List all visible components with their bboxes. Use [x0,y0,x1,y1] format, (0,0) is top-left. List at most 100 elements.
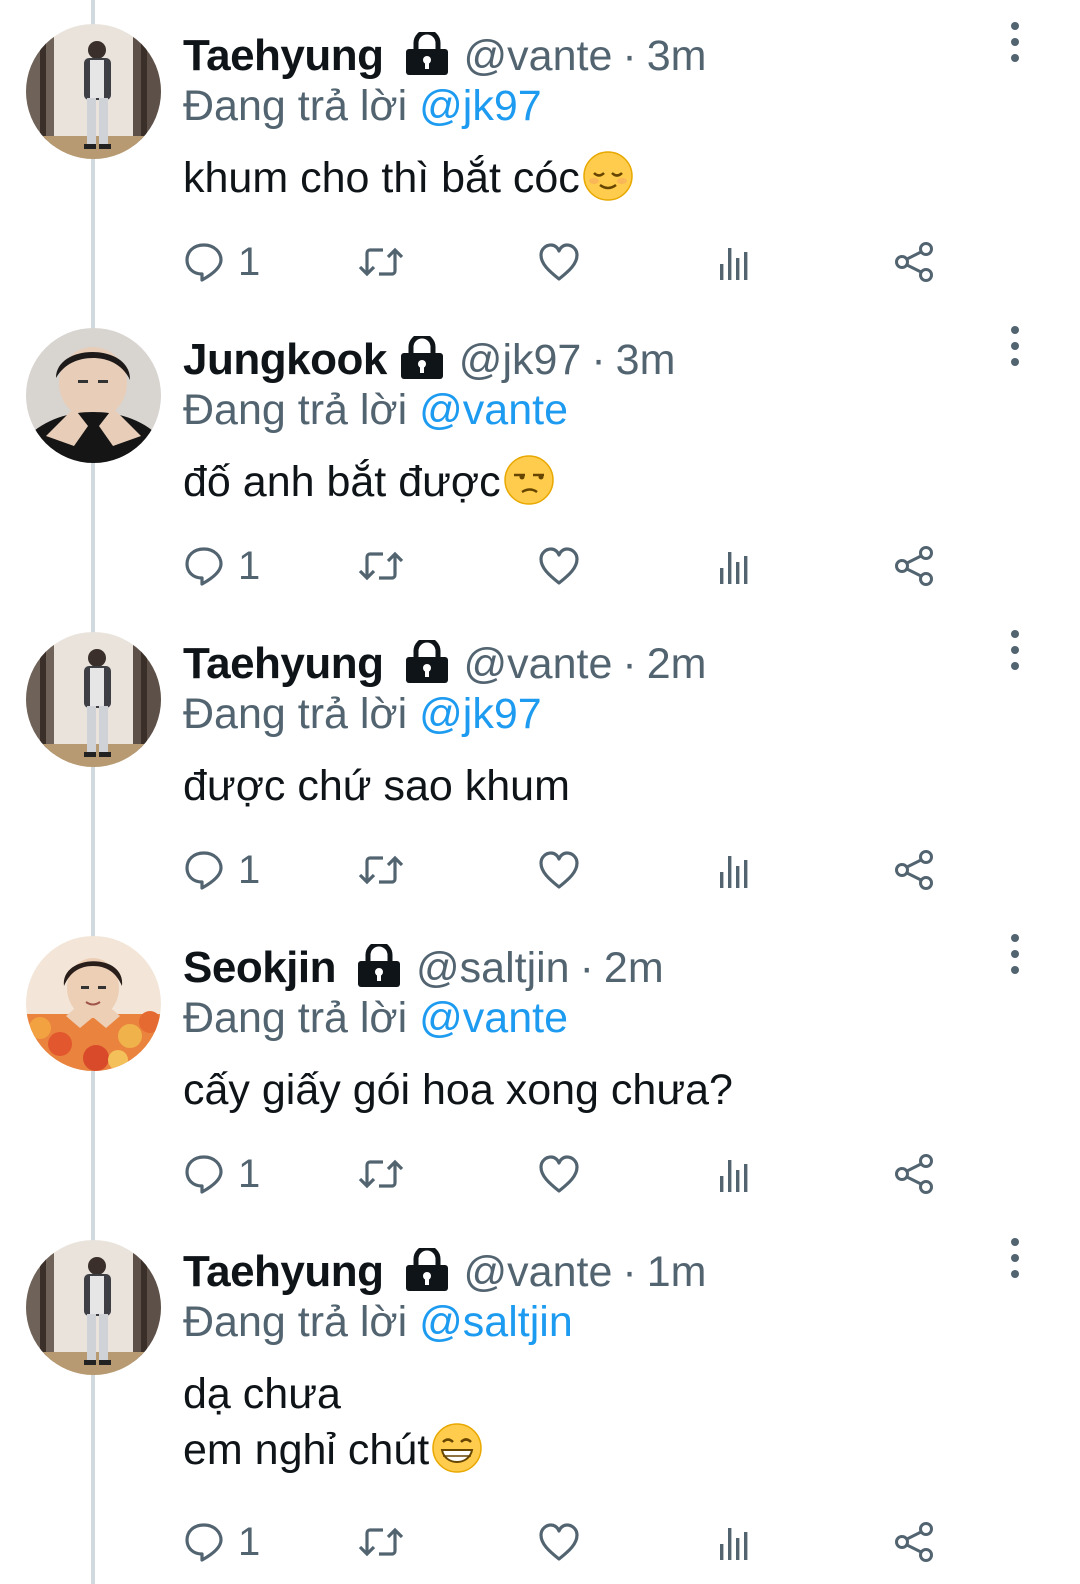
share-button[interactable] [893,840,935,900]
replying-to: Đang trả lời @vante [183,386,568,435]
views-button[interactable] [718,1512,752,1572]
avatar[interactable] [26,936,161,1071]
tweet-actions: 1 [0,232,1080,292]
display-name[interactable]: Taehyung [183,1247,384,1297]
retweet-icon [358,1522,404,1562]
display-name[interactable]: Taehyung [183,31,384,81]
reply-mention[interactable]: @saltjin [419,1298,573,1346]
timestamp[interactable]: 3m [616,336,676,385]
handle[interactable]: @saltjin [416,944,570,993]
display-name[interactable]: Taehyung [183,639,384,689]
reply-icon [184,1154,224,1194]
timestamp[interactable]: 2m [604,944,664,993]
reply-mention[interactable]: @vante [419,386,568,434]
more-icon[interactable] [1000,12,1030,72]
more-icon[interactable] [1000,316,1030,376]
replying-to: Đang trả lời @vante [183,994,568,1043]
tweet[interactable]: Seokjin @saltjin · 2m Đang trả lời @vant… [0,912,1080,1216]
reply-button[interactable]: 1 [184,840,260,900]
retweet-button[interactable] [358,1144,404,1204]
more-icon[interactable] [1000,1228,1030,1288]
retweet-icon [358,850,404,890]
grinning-face-emoji [431,1422,483,1488]
share-icon [893,849,935,891]
lock-icon [404,637,450,689]
retweet-icon [358,546,404,586]
handle[interactable]: @jk97 [459,336,582,385]
replying-to: Đang trả lời @jk97 [183,690,542,739]
avatar[interactable] [26,328,161,463]
like-button[interactable] [538,232,580,292]
reply-icon [184,242,224,282]
handle[interactable]: @vante [464,32,613,81]
like-button[interactable] [538,536,580,596]
handle[interactable]: @vante [464,640,613,689]
lock-icon [404,1245,450,1297]
reply-icon [184,546,224,586]
retweet-button[interactable] [358,1512,404,1572]
reply-mention[interactable]: @vante [419,994,568,1042]
tweet-actions: 1 [0,840,1080,900]
reply-button[interactable]: 1 [184,1512,260,1572]
tweet-text-line: được chứ sao khum [183,762,570,810]
lock-icon [356,941,402,993]
share-icon [893,1153,935,1195]
reply-count: 1 [238,1519,261,1564]
views-button[interactable] [718,1144,752,1204]
like-icon [538,850,580,890]
retweet-button[interactable] [358,840,404,900]
avatar[interactable] [26,1240,161,1375]
share-button[interactable] [893,536,935,596]
tweet-text-line: dạ chưa [183,1370,341,1418]
tweet[interactable]: Jungkook @jk97 · 3m Đang trả lời @vante … [0,304,1080,608]
retweet-button[interactable] [358,536,404,596]
reply-button[interactable]: 1 [184,1144,260,1204]
display-name[interactable]: Seokjin [183,943,337,993]
timestamp[interactable]: 2m [647,640,707,689]
views-button[interactable] [718,536,752,596]
like-button[interactable] [538,1144,580,1204]
share-icon [893,241,935,283]
replying-label: Đang trả lời [183,690,408,738]
reply-count: 1 [238,1151,261,1196]
views-button[interactable] [718,232,752,292]
share-button[interactable] [893,232,935,292]
retweet-button[interactable] [358,232,404,292]
relieved-face-emoji [582,150,634,216]
display-name[interactable]: Jungkook [183,335,387,385]
like-button[interactable] [538,840,580,900]
more-icon[interactable] [1000,620,1030,680]
timestamp[interactable]: 1m [647,1248,707,1297]
more-icon[interactable] [1000,924,1030,984]
share-button[interactable] [893,1144,935,1204]
share-icon [893,1521,935,1563]
reply-button[interactable]: 1 [184,536,260,596]
unamused-face-emoji [503,454,555,520]
tweet[interactable]: Taehyung @vante · 2m Đang trả lời @jk97 … [0,608,1080,912]
avatar[interactable] [26,24,161,159]
tweet[interactable]: Taehyung @vante · 3m Đang trả lời @jk97 … [0,0,1080,304]
like-icon [538,1522,580,1562]
tweet-text: đố anh bắt được [183,454,555,520]
like-button[interactable] [538,1512,580,1572]
like-icon [538,242,580,282]
tweet-text-line: khum cho thì bắt cóc [183,154,580,202]
replying-label: Đang trả lời [183,82,408,130]
handle[interactable]: @vante [464,1248,613,1297]
replying-to: Đang trả lời @jk97 [183,82,542,131]
tweet-text-line: cấy giấy gói hoa xong chưa? [183,1066,733,1114]
like-icon [538,546,580,586]
share-button[interactable] [893,1512,935,1572]
reply-mention[interactable]: @jk97 [419,690,542,738]
reply-mention[interactable]: @jk97 [419,82,542,130]
tweet[interactable]: Taehyung @vante · 1m Đang trả lời @saltj… [0,1216,1080,1584]
tweet-actions: 1 [0,1512,1080,1572]
reply-button[interactable]: 1 [184,232,260,292]
tweet-actions: 1 [0,536,1080,596]
tweet-text: dạ chưa em nghỉ chút [183,1366,483,1488]
avatar[interactable] [26,632,161,767]
lock-icon [399,333,445,385]
timestamp[interactable]: 3m [647,32,707,81]
views-button[interactable] [718,840,752,900]
tweet-actions: 1 [0,1144,1080,1204]
